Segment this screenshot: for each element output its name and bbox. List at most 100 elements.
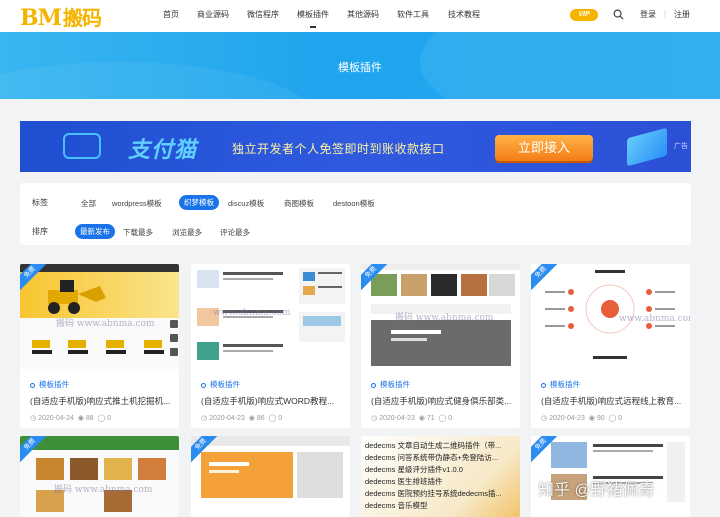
card-date: 2020-04-23 (379, 415, 415, 422)
ad-slogan: 独立开发者个人免签即时到账收款接口 (232, 142, 445, 156)
card-title[interactable]: (自适应手机版)响应式远程线上教育... (541, 395, 681, 407)
category-label: 模板插件 (380, 380, 410, 389)
card-comments: 0 (278, 415, 283, 422)
sort-downloads[interactable]: 下载最多 (123, 227, 153, 238)
vip-badge[interactable]: VIP (570, 9, 598, 21)
card-title[interactable]: (自适应手机版)响应式推土机挖掘机... (30, 395, 170, 407)
card-views: 88 (85, 415, 94, 422)
thumb-tool-icon (170, 334, 178, 342)
card-thumbnail[interactable]: 免费 搬码 www.abnma.com (20, 264, 179, 369)
nav-wechat-apps[interactable]: 微信程序 (247, 9, 279, 20)
register-link[interactable]: 注册 (674, 9, 690, 20)
office-thumb (191, 436, 350, 498)
post-card[interactable]: 免费 搬码 www.abnma.com 模板插件 (自适应手机版)响应式推土机挖… (20, 264, 179, 428)
tag-destoon[interactable]: destoon模板 (333, 198, 375, 209)
nav-divider: | (664, 9, 667, 18)
logo-cn: 搬码 (62, 6, 102, 30)
watermark: 搬码 www.abnma.com (395, 313, 494, 323)
card-meta: ◷ 2020-04-23 ◉ 86 ◯ 0 (201, 415, 283, 422)
tag-shop[interactable]: 商图模板 (284, 198, 314, 209)
watermark: 搬码 www.abnma.com (56, 319, 155, 329)
dedecms-item: dedecms 星级评分插件v1.0.0 (365, 465, 463, 474)
tag-wordpress[interactable]: wordpress模板 (112, 198, 162, 209)
card-category[interactable]: 模板插件 (541, 379, 580, 390)
filter-panel: 标签 全部 wordpress模板 织梦模板 discuz模板 商图模板 des… (20, 183, 691, 245)
nav-home[interactable]: 首页 (163, 9, 179, 20)
nav-templates-plugins[interactable]: 模板插件 (297, 9, 329, 28)
card-meta: ◷ 2020-04-23 ◉ 90 ◯ 0 (541, 415, 623, 422)
category-label: 模板插件 (210, 380, 240, 389)
card-date: 2020-04-24 (38, 415, 74, 422)
dedecms-item: dedecms 文章自动生成二维码插件（带... (365, 441, 502, 450)
category-label: 模板插件 (39, 380, 69, 389)
category-dot-icon (201, 382, 206, 388)
post-card[interactable]: 免费 www.abnma.com 模板插件 (自适应手机版)响应式远程线上教育.… (531, 264, 690, 428)
loader-illustration (48, 280, 106, 314)
card-views: 71 (426, 415, 435, 422)
nav-tutorials[interactable]: 技术教程 (448, 9, 480, 20)
tag-all[interactable]: 全部 (81, 198, 96, 209)
sort-views[interactable]: 浏览最多 (172, 227, 202, 238)
card-date: 2020-04-23 (549, 415, 585, 422)
card-views: 90 (596, 415, 605, 422)
post-card[interactable]: 免费 (191, 436, 350, 517)
category-label: 模板插件 (550, 380, 580, 389)
top-navigation: BM 搬码 首页 商业源码 微信程序 模板插件 其他源码 软件工具 技术教程 VI… (0, 0, 720, 32)
watermark: www.abnma.com (213, 308, 291, 318)
card-category[interactable]: 模板插件 (371, 379, 410, 390)
card-meta: ◷ 2020-04-24 ◉ 88 ◯ 0 (30, 415, 112, 422)
post-card[interactable]: dedecms 文章自动生成二维码插件（带... dedecms 问答系统带伪静… (361, 436, 520, 517)
thumb-tool-icon (170, 320, 178, 328)
card-category[interactable]: 模板插件 (30, 379, 69, 390)
nav-commercial-source[interactable]: 商业源码 (197, 9, 229, 20)
site-logo[interactable]: BM 搬码 (20, 2, 102, 31)
post-card[interactable]: 免费 搬码 www.abnma.com (20, 436, 179, 517)
dedecms-item: dedecms 医生排班插件 (365, 477, 443, 486)
card-meta: ◷ 2020-04-23 ◉ 71 ◯ 0 (371, 415, 453, 422)
nav-software-tools[interactable]: 软件工具 (397, 9, 429, 20)
card-comments: 0 (448, 415, 453, 422)
category-dot-icon (541, 382, 546, 388)
ad-brand: 支付猫 (128, 137, 198, 162)
card-comments: 0 (618, 415, 623, 422)
watermark: www.abnma.com (619, 314, 690, 324)
card-title[interactable]: (自适应手机版)响应式健身俱乐部类... (371, 395, 511, 407)
card-views: 86 (256, 415, 265, 422)
zhihu-watermark: 知乎 @野猪佩奇 (538, 482, 655, 499)
dedecms-item: dedecms 问答系统带伪静态+免登陆访... (365, 453, 499, 462)
sort-comments[interactable]: 评论最多 (220, 227, 250, 238)
food-thumb (20, 436, 179, 512)
ad-cta-button[interactable]: 立即接入 (495, 135, 593, 161)
card-thumbnail[interactable]: 免费 www.abnma.com (531, 264, 690, 369)
card-thumbnail[interactable]: 免费 搬码 www.abnma.com (361, 264, 520, 369)
ad-tag: 广告 (674, 143, 688, 150)
card-category[interactable]: 模板插件 (201, 379, 240, 390)
login-link[interactable]: 登录 (640, 9, 656, 20)
tag-dede-active[interactable]: 织梦模板 (179, 195, 219, 210)
sort-label: 排序 (32, 227, 48, 236)
sort-latest-active[interactable]: 最新发布 (75, 224, 115, 239)
isometric-graphic (627, 127, 667, 167)
dedecms-item: dedecms 音乐模型 (365, 501, 428, 510)
thumb-tool-icon (170, 348, 178, 356)
card-thumbnail[interactable]: dedecms 文章自动生成二维码插件（带... dedecms 问答系统带伪静… (361, 436, 520, 517)
tag-label: 标签 (32, 198, 48, 207)
page-hero: 模板插件 (0, 32, 720, 99)
tag-discuz[interactable]: discuz模板 (228, 198, 264, 209)
card-title[interactable]: (自适应手机版)响应式WORD教程... (201, 395, 334, 407)
card-thumbnail[interactable]: 免费 (191, 436, 350, 517)
category-dot-icon (30, 382, 35, 388)
post-card[interactable]: 免费 搬码 www.abnma.com 模板插件 (自适应手机版)响应式健身俱乐… (361, 264, 520, 428)
logo-latin: BM (20, 5, 62, 31)
card-thumbnail[interactable]: 免费 搬码 www.abnma.com (20, 436, 179, 517)
nav-other-source[interactable]: 其他源码 (347, 9, 379, 20)
page-title: 模板插件 (338, 62, 382, 74)
post-card[interactable]: www.abnma.com 模板插件 (自适应手机版)响应式WORD教程... … (191, 264, 350, 428)
card-date: 2020-04-23 (209, 415, 245, 422)
card-thumbnail[interactable]: www.abnma.com (191, 264, 350, 369)
category-dot-icon (371, 382, 376, 388)
dedecms-item: dedecms 医院预约挂号系统dedecms插... (365, 489, 502, 498)
card-comments: 0 (107, 415, 112, 422)
ad-banner[interactable]: 支付猫 独立开发者个人免签即时到账收款接口 立即接入 广告 (20, 121, 691, 172)
search-icon[interactable] (613, 9, 624, 20)
